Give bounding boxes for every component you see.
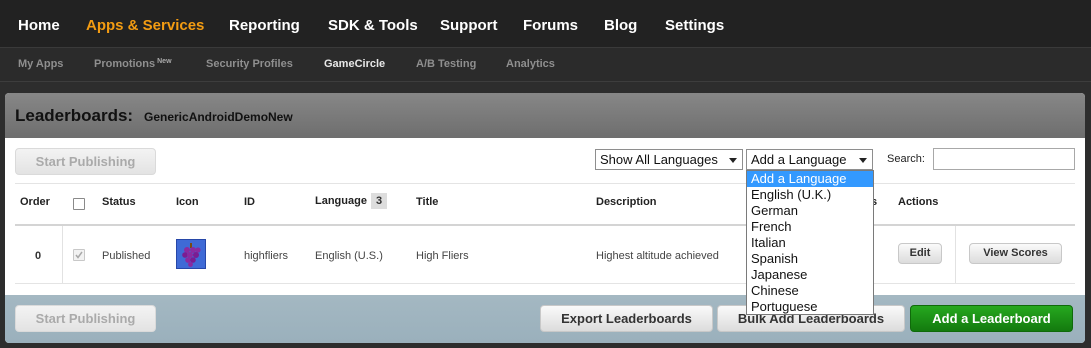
- start-publishing-button-top[interactable]: Start Publishing: [15, 148, 156, 175]
- column-icon: Icon: [176, 196, 199, 208]
- column-description: Description: [596, 196, 657, 208]
- search-input[interactable]: [933, 148, 1075, 170]
- dropdown-option[interactable]: Add a Language: [747, 171, 873, 187]
- column-title: Title: [416, 196, 439, 208]
- add-language-select[interactable]: Add a Language: [746, 149, 873, 170]
- subnav-my-apps[interactable]: My Apps: [18, 58, 63, 70]
- edit-button[interactable]: Edit: [898, 243, 942, 264]
- language-filter-select[interactable]: Show All Languages: [595, 149, 743, 170]
- language-filter-value: Show All Languages: [600, 152, 718, 167]
- dropdown-option[interactable]: Italian: [747, 235, 873, 251]
- dropdown-option[interactable]: Japanese: [747, 267, 873, 283]
- divider: [15, 283, 1075, 284]
- leaderboards-panel: Leaderboards: GenericAndroidDemoNew Star…: [5, 93, 1085, 343]
- subnav-gamecircle[interactable]: GameCircle: [324, 58, 385, 70]
- divider: [62, 226, 63, 283]
- language-count-badge: 3: [370, 193, 388, 209]
- chevron-down-icon: [859, 158, 867, 163]
- column-order: Order: [20, 196, 50, 208]
- nav-support[interactable]: Support: [440, 17, 498, 34]
- top-navigation: Home Apps & Services Reporting SDK & Too…: [0, 0, 1091, 48]
- panel-footer: Start Publishing Export Leaderboards Bul…: [5, 295, 1085, 343]
- row-id: highfliers: [244, 250, 289, 262]
- subnav-analytics[interactable]: Analytics: [506, 58, 555, 70]
- row-checkbox[interactable]: [73, 249, 85, 261]
- row-order: 0: [35, 250, 42, 262]
- subnav-security-profiles[interactable]: Security Profiles: [206, 58, 293, 70]
- search-label: Search:: [887, 153, 925, 165]
- dropdown-option[interactable]: English (U.K.): [747, 187, 873, 203]
- view-scores-button[interactable]: View Scores: [969, 243, 1062, 264]
- subnav-promotions[interactable]: Promotions New: [94, 58, 172, 70]
- dropdown-option[interactable]: Portuguese: [747, 299, 873, 315]
- check-icon: [75, 251, 83, 259]
- page-title: Leaderboards:: [15, 106, 134, 125]
- table-header-divider: [15, 224, 1075, 226]
- dropdown-option[interactable]: Chinese: [747, 283, 873, 299]
- column-language: Language 3: [315, 193, 388, 209]
- add-language-value: Add a Language: [751, 152, 847, 167]
- start-publishing-button-bottom[interactable]: Start Publishing: [15, 305, 156, 332]
- panel-header: Leaderboards: GenericAndroidDemoNew: [5, 93, 1085, 138]
- add-language-dropdown: Add a Language English (U.K.) German Fre…: [746, 170, 874, 315]
- dropdown-option[interactable]: French: [747, 219, 873, 235]
- grapes-icon: [176, 239, 206, 269]
- row-title: High Fliers: [416, 250, 469, 262]
- subnav-ab-testing[interactable]: A/B Testing: [416, 58, 476, 70]
- row-status: Published: [102, 250, 151, 262]
- dropdown-option[interactable]: Spanish: [747, 251, 873, 267]
- new-badge: New: [157, 58, 172, 65]
- column-id: ID: [244, 196, 255, 208]
- nav-settings[interactable]: Settings: [665, 17, 724, 34]
- nav-sdk-tools[interactable]: SDK & Tools: [328, 17, 418, 34]
- column-actions: Actions: [898, 196, 939, 208]
- chevron-down-icon: [729, 158, 737, 163]
- nav-apps-services[interactable]: Apps & Services: [86, 17, 204, 34]
- dropdown-option[interactable]: German: [747, 203, 873, 219]
- column-status: Status: [102, 196, 136, 208]
- sub-navigation: My Apps Promotions New Security Profiles …: [0, 48, 1091, 82]
- subnav-promotions-label: Promotions: [94, 58, 156, 70]
- nav-forums[interactable]: Forums: [523, 17, 578, 34]
- row-description: Highest altitude achieved: [596, 250, 719, 262]
- divider: [15, 183, 1075, 184]
- nav-reporting[interactable]: Reporting: [229, 17, 300, 34]
- select-all-checkbox[interactable]: [73, 198, 85, 210]
- nav-home[interactable]: Home: [18, 17, 60, 34]
- app-name: GenericAndroidDemoNew: [144, 110, 293, 124]
- divider: [955, 226, 956, 283]
- column-language-label: Language: [315, 195, 367, 207]
- export-leaderboards-button[interactable]: Export Leaderboards: [540, 305, 713, 332]
- grapes-icon-graphic: [182, 243, 201, 267]
- add-leaderboard-button[interactable]: Add a Leaderboard: [910, 305, 1073, 332]
- row-language: English (U.S.): [315, 250, 383, 262]
- nav-blog[interactable]: Blog: [604, 17, 637, 34]
